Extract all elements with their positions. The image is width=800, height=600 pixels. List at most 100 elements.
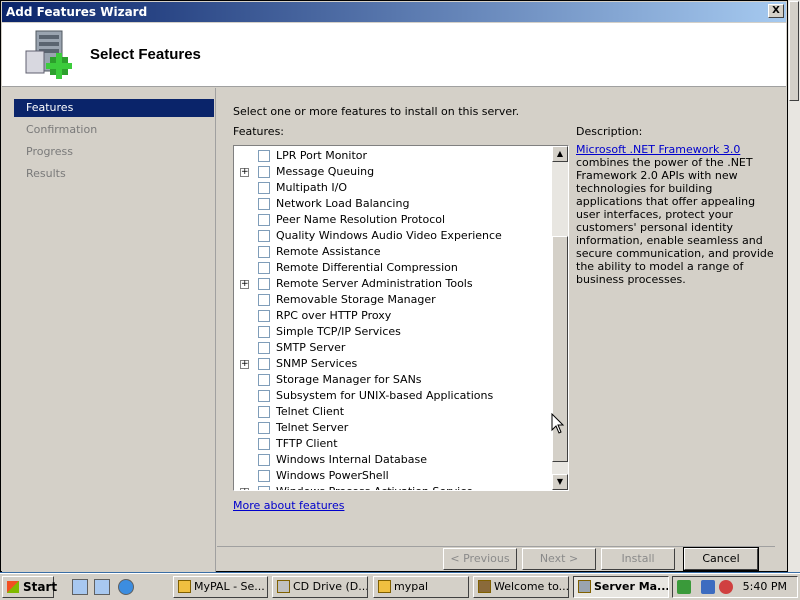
features-list[interactable]: LPR Port Monitor + Message Queuing Multipat… (233, 145, 569, 491)
feature-row[interactable]: + Windows Process Activation Service (234, 484, 550, 490)
feature-checkbox[interactable] (258, 246, 270, 258)
intro-text: Select one or more features to install o… (233, 105, 520, 118)
feature-checkbox[interactable] (258, 390, 270, 402)
feature-checkbox[interactable] (258, 150, 270, 162)
feature-row[interactable]: Simple TCP/IP Services (234, 324, 550, 340)
feature-row[interactable]: Peer Name Resolution Protocol (234, 212, 550, 228)
description-label: Description: (576, 125, 643, 138)
feature-checkbox[interactable] (258, 326, 270, 338)
description-panel: Microsoft .NET Framework 3.0 combines th… (576, 143, 776, 286)
next-button[interactable]: Next > (522, 548, 596, 570)
more-about-features-link[interactable]: More about features (233, 499, 344, 512)
network-icon[interactable] (701, 580, 715, 594)
feature-row[interactable]: Storage Manager for SANs (234, 372, 550, 388)
feature-row[interactable]: + Message Queuing (234, 164, 550, 180)
window-scrollbar[interactable] (788, 0, 800, 572)
feature-row[interactable]: Telnet Server (234, 420, 550, 436)
task-label: Server Ma... (594, 580, 669, 593)
clock[interactable]: 5:40 PM (743, 577, 787, 597)
feature-row[interactable]: + SNMP Services (234, 356, 550, 372)
feature-checkbox[interactable] (258, 278, 270, 290)
window-title: Add Features Wizard (6, 5, 148, 19)
volume-muted-icon[interactable] (719, 580, 733, 594)
scroll-up-button[interactable]: ▲ (552, 146, 568, 162)
close-button[interactable]: X (768, 4, 784, 18)
feature-checkbox[interactable] (258, 438, 270, 450)
feature-row[interactable]: Windows Internal Database (234, 452, 550, 468)
server-add-icon (25, 30, 72, 79)
feature-checkbox[interactable] (258, 214, 270, 226)
feature-row[interactable]: Quality Windows Audio Video Experience (234, 228, 550, 244)
feature-checkbox[interactable] (258, 470, 270, 482)
feature-checkbox[interactable] (258, 166, 270, 178)
feature-label: RPC over HTTP Proxy (276, 309, 392, 322)
wizard-nav: Features Confirmation Progress Results (2, 88, 216, 572)
feature-row[interactable]: Multipath I/O (234, 180, 550, 196)
task-welcome[interactable]: Welcome to... (473, 576, 569, 598)
window-scroll-thumb[interactable] (789, 1, 799, 101)
task-label: MyPAL - Se... (194, 580, 265, 593)
feature-checkbox[interactable] (258, 182, 270, 194)
internet-explorer-icon[interactable] (118, 579, 134, 595)
feature-label: Remote Differential Compression (276, 261, 458, 274)
system-tray: 5:40 PM (672, 576, 798, 598)
feature-row[interactable]: Subsystem for UNIX-based Applications (234, 388, 550, 404)
feature-row[interactable]: Removable Storage Manager (234, 292, 550, 308)
task-mypal-browser[interactable]: MyPAL - Se... (173, 576, 268, 598)
show-desktop-icon[interactable] (94, 579, 110, 595)
feature-checkbox[interactable] (258, 262, 270, 274)
feature-checkbox[interactable] (258, 230, 270, 242)
feature-checkbox[interactable] (258, 422, 270, 434)
feature-label: SMTP Server (276, 341, 346, 354)
feature-row[interactable]: Telnet Client (234, 404, 550, 420)
feature-checkbox[interactable] (258, 358, 270, 370)
expand-icon[interactable]: + (240, 488, 249, 490)
task-server-manager[interactable]: Server Ma... (573, 576, 669, 598)
server-manager-quicklaunch-icon[interactable] (72, 579, 88, 595)
expand-icon[interactable]: + (240, 168, 249, 177)
feature-checkbox[interactable] (258, 486, 270, 490)
feature-row[interactable]: LPR Port Monitor (234, 148, 550, 164)
nav-item-features[interactable]: Features (14, 99, 214, 117)
security-shield-icon[interactable] (677, 580, 691, 594)
feature-label: Removable Storage Manager (276, 293, 436, 306)
features-scrollbar[interactable]: ▲ ▼ (552, 146, 568, 490)
feature-label: Windows PowerShell (276, 469, 389, 482)
feature-row[interactable]: SMTP Server (234, 340, 550, 356)
task-mypal-folder[interactable]: mypal (373, 576, 469, 598)
expand-icon[interactable]: + (240, 280, 249, 289)
feature-row[interactable]: Network Load Balancing (234, 196, 550, 212)
welcome-icon (478, 580, 491, 593)
previous-button[interactable]: < Previous (443, 548, 517, 570)
feature-row[interactable]: RPC over HTTP Proxy (234, 308, 550, 324)
feature-row[interactable]: + Remote Server Administration Tools (234, 276, 550, 292)
feature-checkbox[interactable] (258, 310, 270, 322)
feature-label: Telnet Server (276, 421, 349, 434)
feature-label: Remote Server Administration Tools (276, 277, 473, 290)
task-cd-drive[interactable]: CD Drive (D... (272, 576, 368, 598)
feature-checkbox[interactable] (258, 374, 270, 386)
wizard-header: Select Features (2, 23, 786, 87)
feature-row[interactable]: Remote Assistance (234, 244, 550, 260)
title-bar[interactable]: Add Features Wizard X (2, 2, 786, 22)
install-button[interactable]: Install (601, 548, 675, 570)
nav-item-confirmation: Confirmation (26, 123, 98, 136)
expand-icon[interactable]: + (240, 360, 249, 369)
feature-label: TFTP Client (276, 437, 338, 450)
description-text: combines the power of the .NET Framework… (576, 156, 774, 286)
feature-row[interactable]: Windows PowerShell (234, 468, 550, 484)
feature-checkbox[interactable] (258, 406, 270, 418)
feature-checkbox[interactable] (258, 198, 270, 210)
feature-checkbox[interactable] (258, 454, 270, 466)
browser-icon (178, 580, 191, 593)
feature-row[interactable]: Remote Differential Compression (234, 260, 550, 276)
start-button[interactable]: Start (2, 576, 57, 598)
feature-checkbox[interactable] (258, 342, 270, 354)
description-link[interactable]: Microsoft .NET Framework 3.0 (576, 143, 740, 156)
cancel-button[interactable]: Cancel (683, 547, 759, 571)
feature-row[interactable]: TFTP Client (234, 436, 550, 452)
scroll-down-button[interactable]: ▼ (552, 474, 568, 490)
feature-checkbox[interactable] (258, 294, 270, 306)
server-manager-icon (578, 580, 591, 593)
feature-label: Storage Manager for SANs (276, 373, 422, 386)
